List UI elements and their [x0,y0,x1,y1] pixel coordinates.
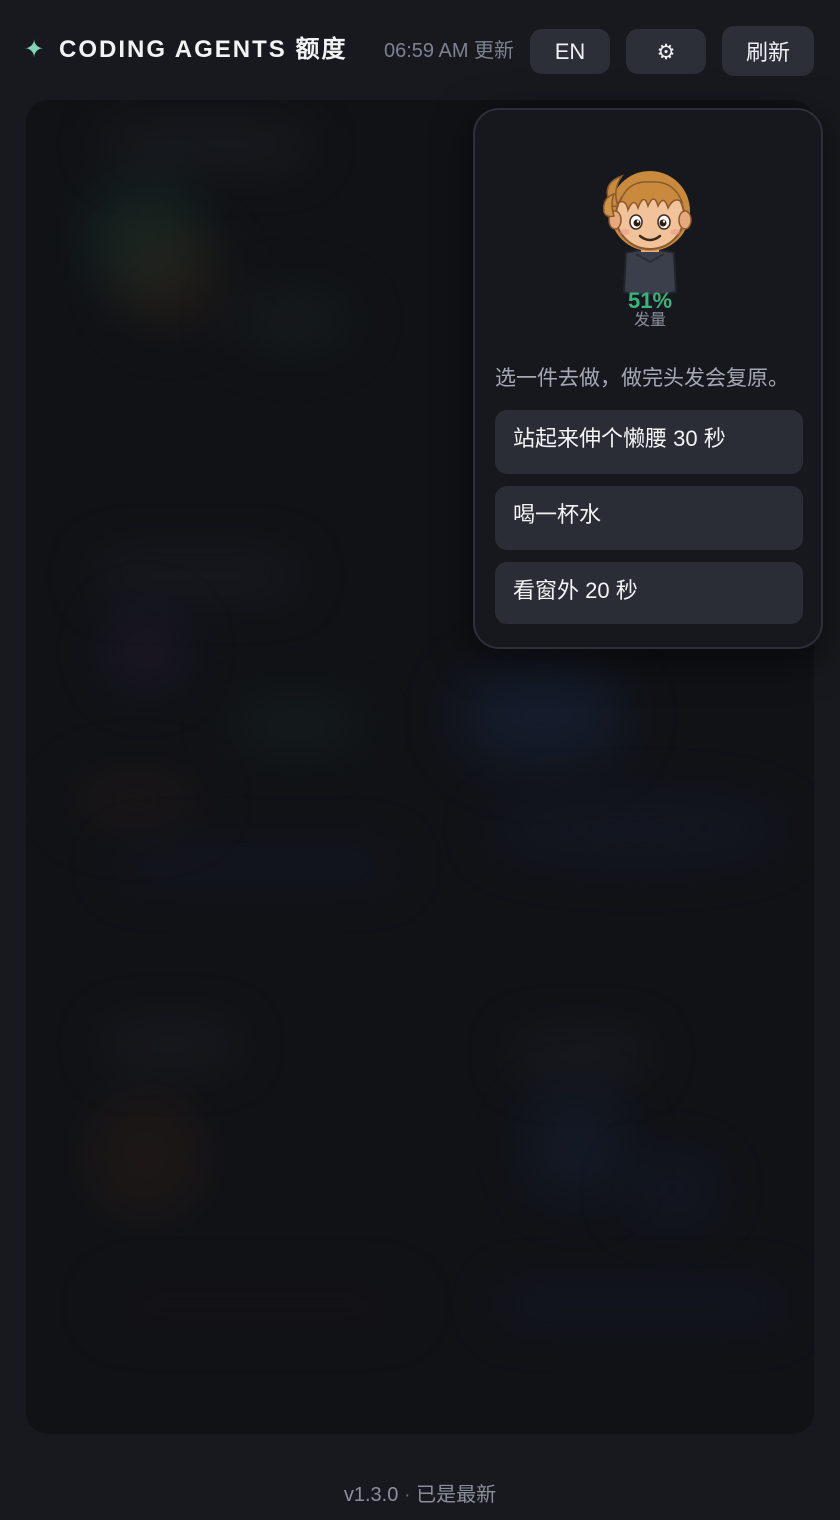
settings-button[interactable]: ⚙ [626,29,706,74]
update-status: 已是最新 [416,1484,497,1506]
blurred-background-shape [86,1090,206,1220]
refresh-button[interactable]: 刷新 [722,26,814,76]
blurred-background-shape [526,1090,626,1200]
blurred-background-shape [66,770,206,830]
version-footer: v1.3.0 · 已是最新 [0,1482,840,1508]
blurred-background-shape [116,230,226,330]
blurred-background-shape [106,610,186,690]
sparkle-icon: ✦ [24,35,45,63]
footer-separator: · [403,1484,411,1506]
blurred-background-shape [116,850,396,880]
blurred-background-shape [226,290,356,350]
blurred-background-shape [96,560,296,590]
task-option-look-outside[interactable]: 看窗外 20 秒 [495,562,803,624]
blurred-background-shape [626,1160,716,1220]
task-option-drink-water[interactable]: 喝一杯水 [495,486,803,550]
blurred-background-shape [486,800,786,860]
break-suggestion-popover: 51% 发量 选一件去做，做完头发会复原。 站起来伸个懒腰 30 秒 喝一杯水 … [473,108,823,649]
version-number: v1.3.0 [343,1484,399,1506]
hair-level-label: 发量 [633,312,666,329]
last-updated-text: 06:59 AM 更新 [384,40,515,62]
blurred-background-shape [106,1030,236,1060]
break-prompt-text: 选一件去做，做完头发会复原。 [495,367,789,390]
language-toggle-button[interactable]: EN [530,29,610,74]
blurred-background-shape [106,130,306,160]
blurred-background-shape [516,1040,646,1070]
blurred-background-shape [496,1290,786,1320]
cartoon-avatar-icon [602,171,692,296]
blurred-background-shape [456,660,626,770]
gear-icon: ⚙ [656,39,676,64]
blurred-background-shape [106,1290,406,1320]
header-bar: ✦ CODING AGENTS 额度 06:59 AM 更新 EN ⚙ 刷新 [0,0,840,100]
task-option-stretch[interactable]: 站起来伸个懒腰 30 秒 [495,410,803,474]
blurred-background-shape [226,700,366,750]
app-title: CODING AGENTS 额度 [59,36,348,63]
